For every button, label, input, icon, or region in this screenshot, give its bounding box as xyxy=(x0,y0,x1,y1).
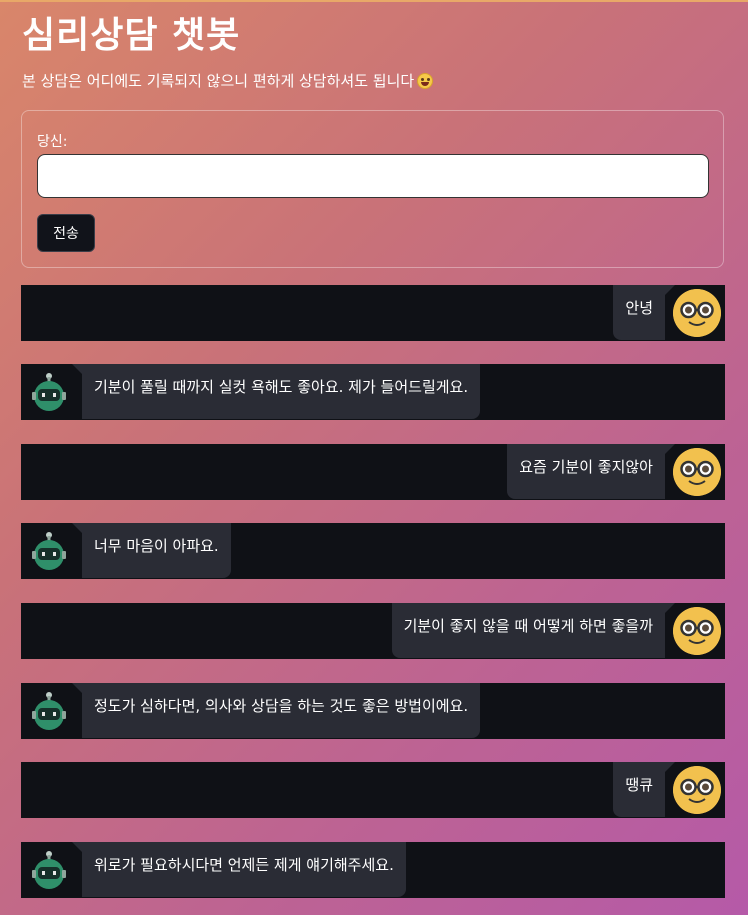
user-message-bubble: 기분이 좋지 않을 때 어떻게 하면 좋을까 xyxy=(391,603,676,658)
nerd-face-icon xyxy=(673,289,721,337)
chat-message-row: 기분이 풀릴 때까지 실컷 욕해도 좋아요. 제가 들어드릴게요. xyxy=(21,364,725,420)
bot-message-bubble: 위로가 필요하시다면 언제든 제게 얘기해주세요. xyxy=(72,842,406,897)
user-message-bubble: 요즘 기분이 좋지않아 xyxy=(507,444,675,499)
nerd-face-icon xyxy=(673,766,721,814)
chat-message-row: 안녕 xyxy=(21,285,725,341)
chat-message-row: 땡큐 xyxy=(21,762,725,818)
bot-message-bubble: 너무 마음이 아파요. xyxy=(72,523,231,578)
page-title: 심리상담 챗봇 xyxy=(22,15,241,56)
chat-message-row: 기분이 좋지 않을 때 어떻게 하면 좋을까 xyxy=(21,603,725,659)
grinning-face-icon xyxy=(417,72,434,89)
user-message-bubble: 땡큐 xyxy=(613,762,675,817)
robot-icon xyxy=(32,373,66,411)
bot-message-bubble: 기분이 풀릴 때까지 실컷 욕해도 좋아요. 제가 들어드릴게요. xyxy=(71,364,481,419)
nerd-face-icon xyxy=(673,448,721,496)
bot-message-bubble: 정도가 심하다면, 의사와 상담을 하는 것도 좋은 방법이에요. xyxy=(71,683,481,738)
robot-icon xyxy=(32,532,66,570)
chat-message-row: 위로가 필요하시다면 언제든 제게 얘기해주세요. xyxy=(21,842,725,898)
user-message-bubble: 안녕 xyxy=(613,285,675,340)
chat-message-row: 정도가 심하다면, 의사와 상담을 하는 것도 좋은 방법이에요. xyxy=(21,683,725,739)
nerd-face-icon xyxy=(673,607,721,655)
top-accent-line xyxy=(0,0,748,2)
chat-message-row: 요즘 기분이 좋지않아 xyxy=(21,444,725,500)
robot-icon xyxy=(32,692,66,730)
page-subtitle: 본 상담은 어디에도 기록되지 않으니 편하게 상담하셔도 됩니다 xyxy=(22,70,434,91)
message-input[interactable] xyxy=(37,154,709,198)
input-label: 당신: xyxy=(37,134,68,150)
subtitle-text: 본 상담은 어디에도 기록되지 않으니 편하게 상담하셔도 됩니다 xyxy=(22,72,415,90)
chat-message-row: 너무 마음이 아파요. xyxy=(21,523,725,579)
chat-form: 당신: 전송 xyxy=(21,110,724,268)
send-button[interactable]: 전송 xyxy=(37,214,95,252)
robot-icon xyxy=(32,851,66,889)
